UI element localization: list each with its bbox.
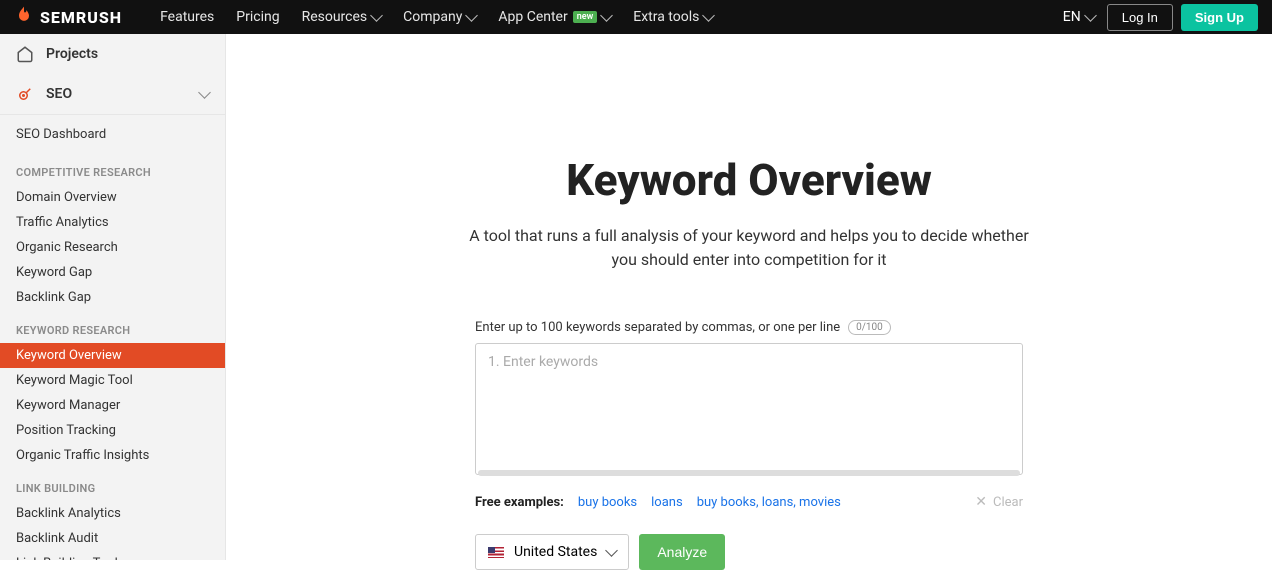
keywords-input[interactable]	[475, 343, 1023, 475]
sidebar-item-keyword-gap[interactable]: Keyword Gap	[0, 260, 225, 285]
sidebar-item-backlink-gap[interactable]: Backlink Gap	[0, 285, 225, 310]
chevron-down-icon	[466, 9, 479, 22]
brand-flame-icon	[14, 5, 34, 30]
language-selector[interactable]: EN	[1063, 9, 1095, 25]
home-icon	[16, 45, 34, 63]
sidebar-item-seo[interactable]: SEO	[0, 74, 225, 115]
nav-label: Company	[403, 9, 462, 25]
sidebar-item-link-building[interactable]: Link Building Tool	[0, 551, 225, 560]
sidebar-group-keyword: KEYWORD RESEARCH	[0, 310, 225, 343]
new-badge: new	[573, 11, 598, 23]
page-subtitle: A tool that runs a full analysis of your…	[469, 224, 1029, 272]
clear-label: Clear	[993, 495, 1023, 510]
nav-label: App Center	[498, 9, 567, 25]
sidebar-label: SEO	[46, 86, 72, 102]
examples-label: Free examples:	[475, 495, 564, 510]
example-link[interactable]: loans	[651, 495, 683, 510]
nav-extra-tools[interactable]: Extra tools	[633, 9, 713, 25]
chevron-down-icon	[702, 9, 715, 22]
nav-company[interactable]: Company	[403, 9, 476, 25]
sidebar-item-backlink-audit[interactable]: Backlink Audit	[0, 526, 225, 551]
target-icon	[16, 85, 34, 103]
sidebar-item-keyword-magic[interactable]: Keyword Magic Tool	[0, 368, 225, 393]
sidebar-item-backlink-analytics[interactable]: Backlink Analytics	[0, 501, 225, 526]
login-button[interactable]: Log In	[1107, 4, 1173, 31]
chevron-down-icon	[600, 9, 613, 22]
sidebar-label: Projects	[46, 46, 98, 62]
nav-features[interactable]: Features	[160, 9, 214, 25]
sidebar-item-keyword-overview[interactable]: Keyword Overview	[0, 343, 225, 368]
sidebar: Projects SEO SEO Dashboard COMPETITIVE R…	[0, 34, 226, 560]
chevron-down-icon	[605, 544, 618, 557]
nav-menu: Features Pricing Resources Company App C…	[160, 9, 713, 25]
sidebar-group-competitive: COMPETITIVE RESEARCH	[0, 152, 225, 185]
signup-button[interactable]: Sign Up	[1181, 4, 1258, 31]
analyze-button[interactable]: Analyze	[639, 534, 725, 570]
nav-resources[interactable]: Resources	[302, 9, 382, 25]
brand-logo[interactable]: SEMRUSH	[14, 5, 122, 30]
nav-label: Pricing	[236, 9, 279, 25]
database-label: United States	[514, 544, 597, 560]
sidebar-item-traffic-analytics[interactable]: Traffic Analytics	[0, 210, 225, 235]
nav-pricing[interactable]: Pricing	[236, 9, 279, 25]
nav-label: Resources	[302, 9, 368, 25]
us-flag-icon	[488, 547, 504, 558]
close-icon: ✕	[975, 494, 987, 510]
sidebar-item-seo-dashboard[interactable]: SEO Dashboard	[0, 115, 225, 152]
clear-button[interactable]: ✕ Clear	[975, 494, 1023, 510]
page-title: Keyword Overview	[369, 154, 1129, 206]
sidebar-item-organic-traffic[interactable]: Organic Traffic Insights	[0, 443, 225, 468]
sidebar-item-domain-overview[interactable]: Domain Overview	[0, 185, 225, 210]
chevron-down-icon	[198, 86, 211, 99]
chevron-down-icon	[370, 9, 383, 22]
keyword-counter: 0/100	[848, 320, 891, 335]
top-navbar: SEMRUSH Features Pricing Resources Compa…	[0, 0, 1272, 34]
nav-app-center[interactable]: App Center new	[498, 9, 611, 25]
example-link[interactable]: buy books	[578, 495, 637, 510]
sidebar-group-link: LINK BUILDING	[0, 468, 225, 501]
nav-label: Features	[160, 9, 214, 25]
sidebar-item-keyword-manager[interactable]: Keyword Manager	[0, 393, 225, 418]
example-link[interactable]: buy books, loans, movies	[697, 495, 841, 510]
input-hint: Enter up to 100 keywords separated by co…	[475, 320, 840, 335]
nav-label: Extra tools	[633, 9, 699, 25]
database-selector[interactable]: United States	[475, 534, 629, 570]
brand-text: SEMRUSH	[40, 8, 122, 27]
main-content: Keyword Overview A tool that runs a full…	[226, 34, 1272, 560]
sidebar-item-organic-research[interactable]: Organic Research	[0, 235, 225, 260]
sidebar-item-position-tracking[interactable]: Position Tracking	[0, 418, 225, 443]
chevron-down-icon	[1084, 9, 1097, 22]
sidebar-item-projects[interactable]: Projects	[0, 34, 225, 74]
lang-label: EN	[1063, 9, 1081, 25]
